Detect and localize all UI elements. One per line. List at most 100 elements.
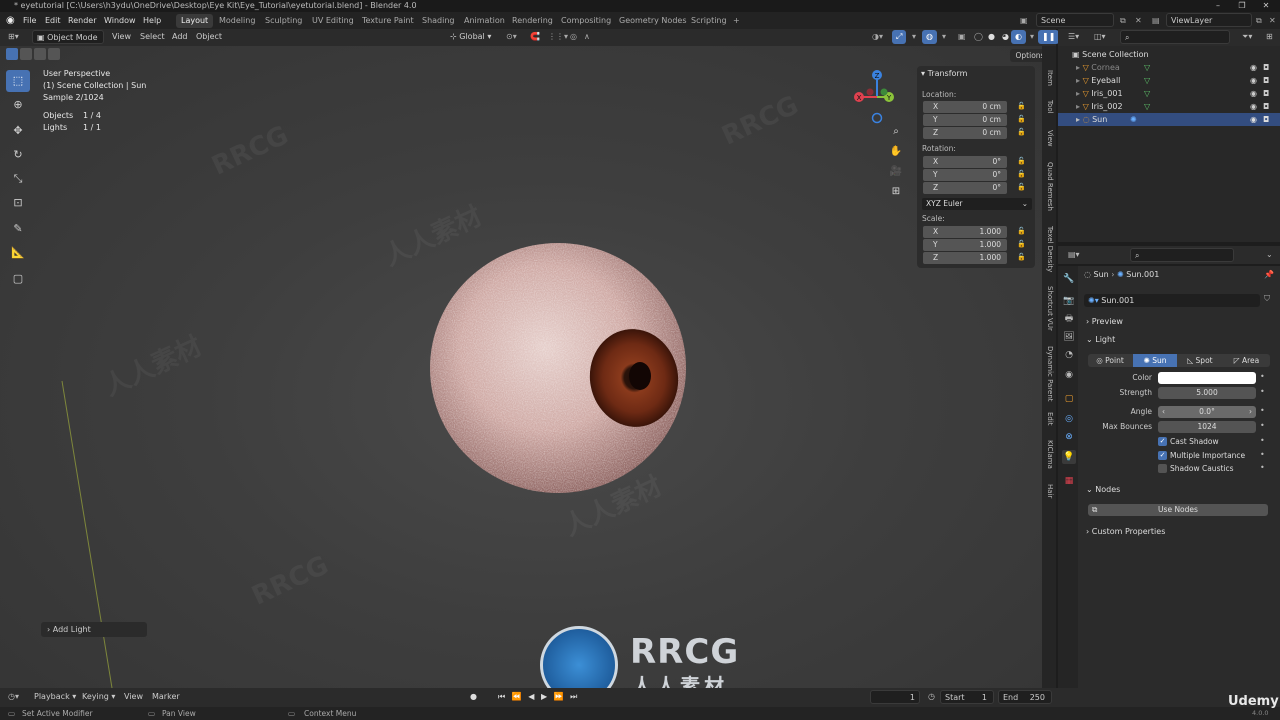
lock-icon[interactable]: 🔓 xyxy=(1017,183,1027,193)
blender-logo-icon[interactable]: ◉ xyxy=(6,12,15,29)
light-type-sun[interactable]: ✺ Sun xyxy=(1133,354,1177,367)
light-type-point[interactable]: ◎ Point xyxy=(1088,354,1132,367)
menu-timeline-view[interactable]: View xyxy=(120,690,147,704)
transform-orientation[interactable]: ⊹ Global ▾ xyxy=(446,30,495,44)
keying-menu[interactable]: Keying ▾ xyxy=(78,690,119,704)
tool-props-icon[interactable]: 🔧 xyxy=(1062,272,1076,286)
keyframe-dot-icon[interactable]: • xyxy=(1260,463,1265,472)
3d-viewport[interactable]: RRCG 人人素材 人人素材 人人素材 RRCG RRCG User Persp… xyxy=(0,46,1042,688)
visibility-icon[interactable]: ◑▾ xyxy=(868,30,887,44)
constraints-props-icon[interactable]: ⊗ xyxy=(1062,430,1076,444)
menu-window[interactable]: Window xyxy=(104,12,136,29)
scale-z-field[interactable]: Z 1.000 xyxy=(923,252,1007,264)
pivot-icon[interactable]: ⊙▾ xyxy=(502,30,521,44)
light-type-area[interactable]: ◸ Area xyxy=(1223,354,1270,367)
tab-quad-remesh[interactable]: Quad Remesh xyxy=(1044,162,1054,211)
lock-icon[interactable]: 🔓 xyxy=(1017,240,1027,250)
camera-icon[interactable]: ◘ xyxy=(1263,113,1269,126)
solid-shading-icon[interactable]: ● xyxy=(984,30,999,44)
viewlayer-selector[interactable]: ViewLayer xyxy=(1166,13,1252,27)
navigation-gizmo[interactable]: Z X Y xyxy=(850,66,900,126)
custom-properties-panel-header[interactable]: › Custom Properties xyxy=(1086,524,1276,540)
select-extend-icon[interactable] xyxy=(20,48,32,60)
timeline-editor-type-icon[interactable]: ◷▾ xyxy=(4,690,23,704)
texture-props-icon[interactable]: ▦ xyxy=(1062,474,1076,488)
outliner-editor-type-icon[interactable]: ☰▾ xyxy=(1064,30,1083,44)
menu-add[interactable]: Add xyxy=(168,30,192,44)
eye-icon[interactable]: ◉ xyxy=(1250,74,1257,87)
tab-shading[interactable]: Shading xyxy=(417,14,460,28)
pan-hand-icon[interactable]: ✋ xyxy=(888,146,904,162)
outliner-scene-collection[interactable]: ▣ Scene Collection xyxy=(1058,48,1280,61)
location-z-field[interactable]: Z0 cm xyxy=(923,127,1007,139)
editor-type-icon[interactable]: ⊞▾ xyxy=(4,30,23,44)
overlay-dropdown-icon[interactable]: ▾ xyxy=(938,30,950,44)
menu-select[interactable]: Select xyxy=(136,30,169,44)
tab-sculpting[interactable]: Sculpting xyxy=(260,14,307,28)
keyframe-dot-icon[interactable]: • xyxy=(1260,387,1265,396)
delete-viewlayer-icon[interactable]: ✕ xyxy=(1269,12,1276,29)
cursor-tool-icon[interactable]: ⊕ xyxy=(6,94,30,116)
new-scene-icon[interactable]: ⧉ xyxy=(1120,12,1126,29)
camera-icon[interactable]: ◘ xyxy=(1263,74,1269,87)
tab-tool[interactable]: Tool xyxy=(1044,100,1054,114)
properties-options-icon[interactable]: ⌄ xyxy=(1262,248,1277,262)
zoom-icon[interactable]: ⌕ xyxy=(888,126,904,142)
lock-icon[interactable]: 🔓 xyxy=(1017,102,1027,112)
tab-item[interactable]: Item xyxy=(1044,70,1054,86)
menu-render[interactable]: Render xyxy=(68,12,96,29)
strength-field[interactable]: 5.000 xyxy=(1158,387,1256,399)
rotation-y-field[interactable]: Y 0° xyxy=(923,169,1007,181)
rotation-x-field[interactable]: X 0° xyxy=(923,156,1007,168)
snap-icon[interactable]: 🧲 xyxy=(526,30,544,44)
location-y-field[interactable]: Y0 cm xyxy=(923,114,1007,126)
tab-kiclama[interactable]: KIClama xyxy=(1044,440,1054,469)
gizmo-dropdown-icon[interactable]: ▾ xyxy=(908,30,920,44)
fake-user-shield-icon[interactable]: ⛉ xyxy=(1264,294,1270,304)
clock-icon[interactable]: ◷ xyxy=(924,690,939,704)
new-collection-icon[interactable]: ⊞ xyxy=(1262,30,1277,44)
playback-menu[interactable]: Playback ▾ xyxy=(30,690,80,704)
light-datablock-selector[interactable]: ✺▾ Sun.001 xyxy=(1084,294,1260,307)
tab-texture-paint[interactable]: Texture Paint xyxy=(357,14,419,28)
mode-selector[interactable]: ▣ Object Mode ▾ xyxy=(32,30,104,56)
eye-icon[interactable]: ◉ xyxy=(1250,87,1257,100)
physics-props-icon[interactable]: ◎ xyxy=(1062,412,1076,426)
keyframe-dot-icon[interactable]: • xyxy=(1260,436,1265,445)
tab-edit[interactable]: Edit xyxy=(1044,412,1054,426)
keyframe-dot-icon[interactable]: • xyxy=(1260,372,1265,381)
object-props-icon[interactable]: ▢ xyxy=(1062,392,1076,406)
new-viewlayer-icon[interactable]: ⧉ xyxy=(1256,12,1262,29)
scene-selector[interactable]: Scene xyxy=(1036,13,1114,27)
keyframe-dot-icon[interactable]: • xyxy=(1260,421,1265,430)
pin-icon[interactable]: 📌 xyxy=(1264,270,1274,279)
scene-props-icon[interactable]: ◔ xyxy=(1062,348,1076,362)
start-frame-field[interactable]: Start 1 xyxy=(940,690,994,704)
rotation-z-field[interactable]: Z 0° xyxy=(923,182,1007,194)
lock-icon[interactable]: 🔓 xyxy=(1017,115,1027,125)
properties-search-input[interactable]: ⌕ xyxy=(1130,248,1234,262)
minimize-icon[interactable]: – xyxy=(1206,0,1230,12)
delete-scene-icon[interactable]: ✕ xyxy=(1135,12,1142,29)
gizmo-toggle-icon[interactable]: ⤢ xyxy=(892,30,907,44)
camera-view-icon[interactable]: 🎥 xyxy=(888,166,904,182)
overlay-toggle-icon[interactable]: ◍ xyxy=(922,30,937,44)
menu-file[interactable]: File xyxy=(23,12,36,29)
output-props-icon[interactable]: 🖶 xyxy=(1062,312,1076,326)
view-layer-props-icon[interactable]: 🖼 xyxy=(1062,330,1076,344)
scale-tool-icon[interactable]: ⤡ xyxy=(6,168,30,190)
camera-icon[interactable]: ◘ xyxy=(1263,100,1269,113)
lock-icon[interactable]: 🔓 xyxy=(1017,128,1027,138)
scale-y-field[interactable]: Y 1.000 xyxy=(923,239,1007,251)
keyframe-dot-icon[interactable]: • xyxy=(1260,450,1265,459)
tab-modeling[interactable]: Modeling xyxy=(214,14,260,28)
playback-controls[interactable]: ⏮ ⏪ ◀ ▶ ⏩ ⏭ xyxy=(494,690,583,704)
lock-icon[interactable]: 🔓 xyxy=(1017,170,1027,180)
tab-geometry-nodes[interactable]: Geometry Nodes xyxy=(614,14,691,28)
tab-texel-density[interactable]: Texel Density xyxy=(1044,226,1054,272)
chevron-right-icon[interactable]: › xyxy=(1249,406,1252,418)
light-type-spot[interactable]: ◺ Spot xyxy=(1178,354,1222,367)
transform-tool-icon[interactable]: ⊡ xyxy=(6,192,30,214)
proportional-edit-icon[interactable]: ◎ xyxy=(566,30,581,44)
tab-shortcut[interactable]: Shortcut VUr xyxy=(1044,286,1054,331)
